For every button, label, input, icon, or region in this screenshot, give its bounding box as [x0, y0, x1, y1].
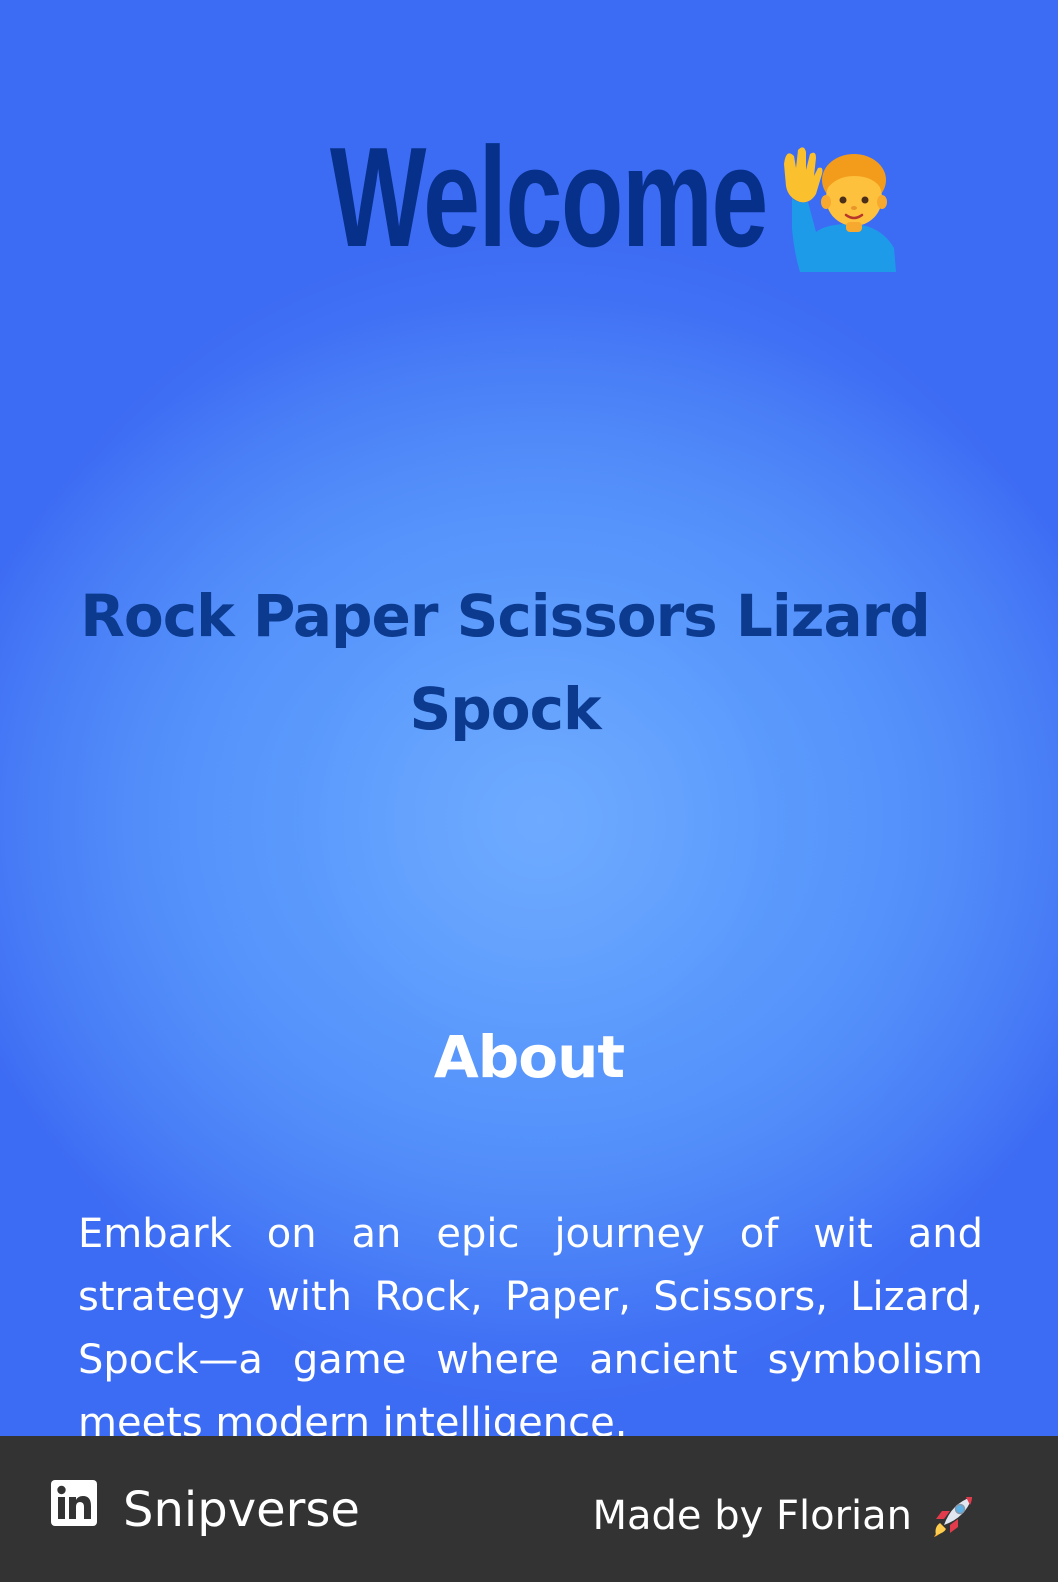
footer-credit: Made by Florian	[592, 1490, 976, 1542]
game-title: Rock Paper Scissors Lizard Spock	[80, 582, 931, 743]
brand-name[interactable]: Snipverse	[123, 1480, 360, 1540]
linkedin-icon[interactable]	[51, 1480, 97, 1526]
about-heading: About	[433, 1023, 625, 1091]
page-background: Welcome Rock Paper Scissors Lizard Spock…	[0, 0, 1058, 1582]
welcome-heading: Welcome	[329, 118, 768, 277]
rocket-icon	[934, 1497, 972, 1537]
footer: Snipverse Made by Florian	[0, 1436, 1058, 1582]
welcome-header: Welcome	[0, 118, 1058, 278]
made-by-text: Made by Florian	[592, 1493, 912, 1539]
about-description: Embark on an epic journey of wit and str…	[78, 1211, 983, 1446]
person-raising-hand-icon	[783, 147, 896, 272]
footer-brand[interactable]: Snipverse	[51, 1480, 360, 1540]
